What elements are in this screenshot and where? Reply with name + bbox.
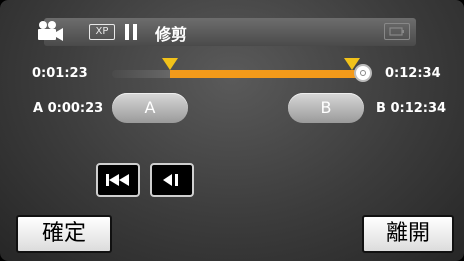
quality-badge: XP <box>89 24 115 40</box>
end-time: 0:12:34 <box>385 66 441 81</box>
pause-icon <box>125 24 139 40</box>
confirm-button[interactable]: 確定 <box>16 215 112 253</box>
point-a-prefix: A <box>33 101 44 116</box>
selected-range-fill <box>170 70 360 78</box>
skip-to-start-icon <box>106 174 129 186</box>
frame-back-icon <box>163 174 178 186</box>
set-point-b-button[interactable]: B <box>288 93 364 123</box>
screen-title: 修剪 <box>155 25 188 44</box>
point-b-value: 0:12:34 <box>390 101 447 116</box>
point-a-value: 0:00:23 <box>47 101 104 116</box>
point-b-time: B 0:12:34 <box>376 101 446 116</box>
frame-back-button[interactable] <box>150 163 194 197</box>
point-b-prefix: B <box>376 101 386 116</box>
point-a-time: A 0:00:23 <box>33 101 103 116</box>
skip-to-start-button[interactable] <box>96 163 140 197</box>
movie-camera-icon <box>38 21 63 41</box>
set-point-a-button[interactable]: A <box>112 93 188 123</box>
point-a-marker-icon <box>162 58 178 70</box>
exit-button[interactable]: 離開 <box>362 215 454 253</box>
camcorder-screen: XP 修剪 0:01:23 0:12:34 A 0:00:23 A B B 0:… <box>0 0 464 261</box>
playhead-handle[interactable] <box>354 64 372 82</box>
current-time: 0:01:23 <box>32 66 88 81</box>
battery-icon <box>384 23 410 40</box>
